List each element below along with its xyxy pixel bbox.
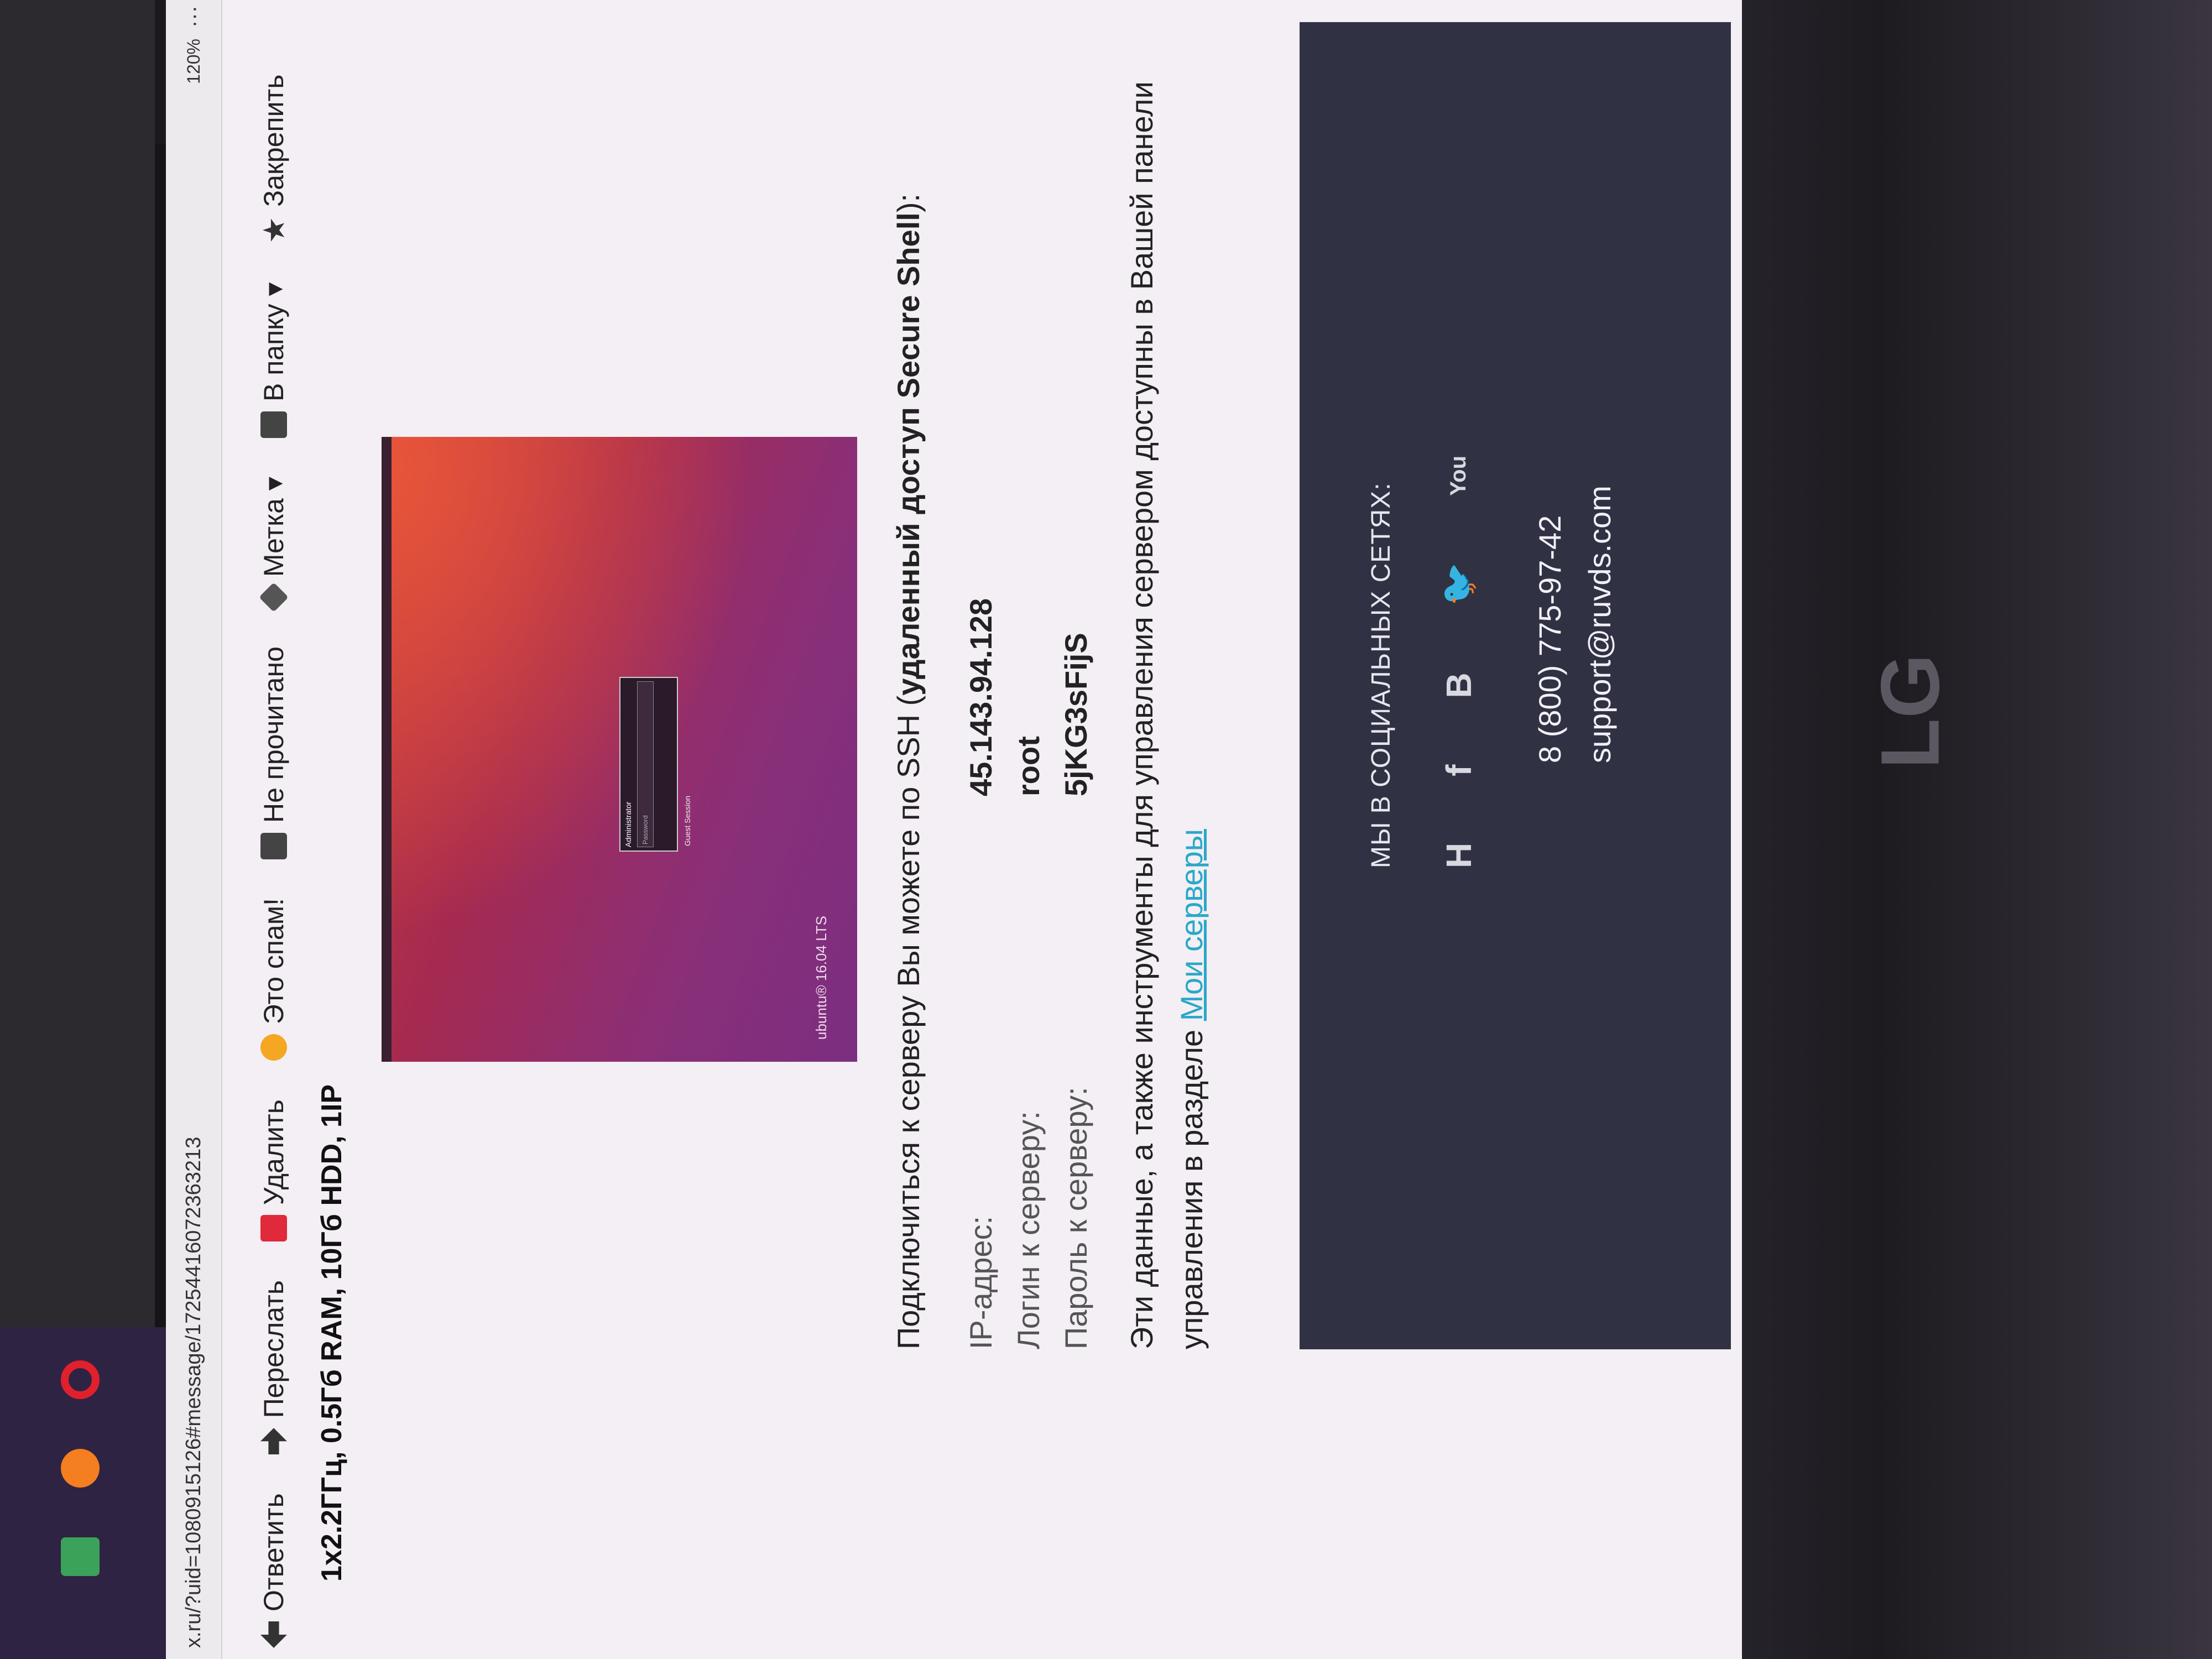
habr-icon[interactable]: H <box>1438 843 1479 868</box>
ubuntu-login-box: Administrator Password <box>619 677 678 852</box>
panel-note: Эти данные, а также инструменты для упра… <box>1117 22 1217 1349</box>
password-value: 5jKG3sFijS <box>1058 633 1093 796</box>
social-title: МЫ В СОЦИАЛЬНЫХ СЕТЯХ: <box>1366 482 1396 868</box>
taskbar <box>0 1327 166 1659</box>
ip-value: 45.143.94.128 <box>963 598 998 796</box>
trash-icon <box>260 1215 287 1242</box>
delete-label: Удалить <box>258 1099 289 1206</box>
zoom-level[interactable]: 120% <box>166 39 221 84</box>
guest-session-label: Guest Session <box>683 795 692 846</box>
credential-row: Пароль к серверу: 5jKG3sFijS <box>1052 598 1099 1349</box>
delete-button[interactable]: Удалить <box>258 1099 290 1242</box>
ubuntu-brand: ubuntu® 16.04 LTS <box>813 916 830 1040</box>
firefox-icon[interactable] <box>61 1449 100 1488</box>
login-username: Administrator <box>624 801 633 847</box>
ssh-instructions: Подключиться к серверу Вы можете по SSH … <box>890 194 926 1349</box>
ssh-end: ): <box>891 193 926 213</box>
password-field: Password <box>637 681 654 847</box>
facebook-icon[interactable]: f <box>1438 764 1479 776</box>
support-email[interactable]: support@ruvds.com <box>1582 486 1618 763</box>
reply-icon <box>260 1621 287 1648</box>
pin-label: Закрепить <box>258 74 289 207</box>
more-menu-icon[interactable]: ··· <box>166 6 221 28</box>
spam-label: Это спам! <box>258 898 289 1025</box>
mail-toolbar: Ответить Переслать Удалить Это спам! Не … <box>243 0 304 1659</box>
email-footer: МЫ В СОЦИАЛЬНЫХ СЕТЯХ: H f В 🐦 You 8 (80… <box>1300 22 1731 1349</box>
twitter-icon[interactable]: 🐦 <box>1438 562 1479 607</box>
browser-window: x.ru/?uid=1080915126#message/17254416072… <box>166 0 1742 1659</box>
unread-label: Не прочитано <box>258 646 289 823</box>
folder-icon <box>260 411 287 439</box>
my-servers-link[interactable]: Мои серверы <box>1174 829 1209 1021</box>
move-to-folder-button[interactable]: В папку ▾ <box>258 282 290 439</box>
credential-row: IP-адрес: 45.143.94.128 <box>957 598 1004 1349</box>
pin-button[interactable]: ★ Закрепить <box>257 75 291 244</box>
ip-label: IP-адрес: <box>963 1215 998 1349</box>
forward-label: Переслать <box>258 1280 289 1418</box>
reply-button[interactable]: Ответить <box>258 1493 290 1648</box>
message-body: Administrator Password Guest Session ubu… <box>382 22 1742 1349</box>
credentials-list: IP-адрес: 45.143.94.128 Логин к серверу:… <box>957 598 1099 1349</box>
reply-label: Ответить <box>258 1493 289 1611</box>
credential-row: Логин к серверу: root <box>1004 598 1052 1349</box>
forward-icon <box>260 1428 287 1454</box>
monitor-bezel <box>1659 0 2212 1659</box>
opera-icon[interactable] <box>61 1360 100 1399</box>
password-label: Пароль к серверу: <box>1058 1087 1093 1349</box>
label-button[interactable]: Метка ▾ <box>258 477 290 612</box>
support-phone[interactable]: 8 (800) 775-97-42 <box>1532 515 1568 763</box>
pin-icon: ★ <box>257 217 291 244</box>
address-bar[interactable]: x.ru/?uid=1080915126#message/17254416072… <box>166 0 222 1659</box>
monitor-brand-logo: LG <box>1863 654 1957 769</box>
youtube-icon[interactable]: You <box>1446 456 1471 496</box>
ssh-text: Подключиться к серверу Вы можете по SSH … <box>891 695 926 1349</box>
login-value: root <box>1010 736 1046 796</box>
spam-icon <box>260 1034 287 1061</box>
url-text[interactable]: x.ru/?uid=1080915126#message/17254416072… <box>182 1137 205 1648</box>
app-icon[interactable] <box>61 1537 100 1576</box>
message-subject: 1x2.2ГГц, 0.5Гб RAM, 10Гб HDD, 1IP <box>316 1084 348 1582</box>
vk-icon[interactable]: В <box>1438 672 1479 698</box>
note-text: Эти данные, а также инструменты для упра… <box>1124 81 1209 1349</box>
ubuntu-screenshot-image: Administrator Password Guest Session ubu… <box>382 437 857 1062</box>
envelope-icon <box>260 833 287 860</box>
spam-button[interactable]: Это спам! <box>258 898 290 1061</box>
ssh-bold: удаленный доступ Secure Shell <box>891 212 926 696</box>
ubuntu-top-panel <box>382 437 392 1062</box>
social-icons: H f В 🐦 You <box>1438 456 1479 868</box>
mark-unread-button[interactable]: Не прочитано <box>258 646 290 860</box>
login-label: Логин к серверу: <box>1010 1111 1046 1349</box>
folder-label: В папку ▾ <box>258 282 289 402</box>
tag-icon <box>259 582 289 612</box>
forward-button[interactable]: Переслать <box>258 1280 290 1454</box>
label-label: Метка ▾ <box>258 477 289 577</box>
